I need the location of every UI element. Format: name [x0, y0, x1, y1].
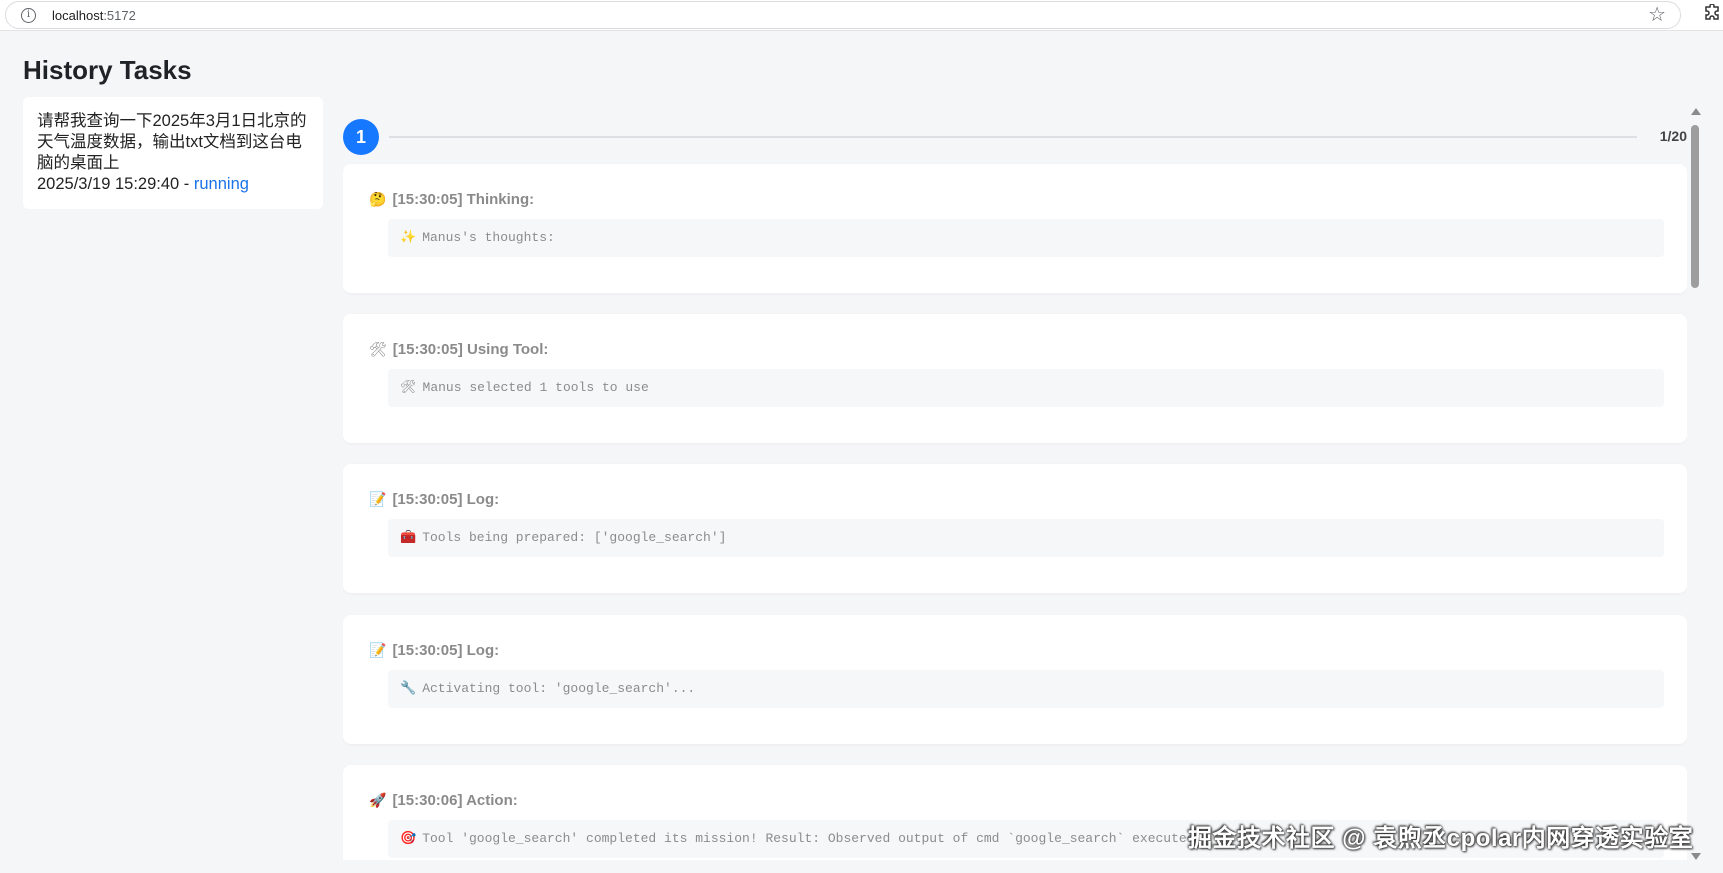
step-progress: 1 1/20: [343, 108, 1687, 164]
log-card: 📝 [15:30:05] Log: 🧰 Tools being prepared: …: [343, 464, 1687, 593]
address-bar[interactable]: i localhost:5172 ☆: [5, 1, 1681, 29]
task-meta: 2025/3/19 15:29:40 - running: [37, 174, 309, 195]
log-header: 🛠 [15:30:05] Using Tool:: [369, 341, 548, 358]
scroll-thumb[interactable]: [1691, 125, 1699, 288]
page-title: History Tasks: [23, 55, 192, 85]
bookmark-star-icon[interactable]: ☆: [1648, 4, 1666, 26]
memo-icon: 📝: [369, 642, 387, 658]
log-text: Manus's thoughts:: [422, 230, 555, 245]
memo-icon: 📝: [369, 491, 387, 507]
task-prompt: 请帮我查询一下2025年3月1日北京的天气温度数据，输出txt文档到这台电脑的桌…: [37, 112, 307, 172]
history-task-item[interactable]: 请帮我查询一下2025年3月1日北京的天气温度数据，输出txt文档到这台电脑的桌…: [23, 97, 323, 209]
rocket-icon: 🚀: [369, 792, 387, 808]
wrench-icon: 🔧: [400, 681, 417, 696]
log-card: 🛠 [15:30:05] Using Tool: 🛠 Manus selected …: [343, 314, 1687, 443]
log-text: Tools being prepared: ['google_search']: [422, 530, 727, 545]
thinking-face-icon: 🤔: [369, 191, 387, 207]
log-card: 📝 [15:30:05] Log: 🔧 Activating tool: 'goog…: [343, 615, 1687, 744]
log-header: 🤔 [15:30:05] Thinking:: [369, 191, 534, 208]
log-content: 🔧 Activating tool: 'google_search'...: [388, 670, 1664, 708]
browser-toolbar: i localhost:5172 ☆: [0, 0, 1723, 31]
log-title: [15:30:05] Using Tool:: [392, 341, 549, 358]
log-text: Activating tool: 'google_search'...: [422, 681, 696, 696]
tools-icon: 🛠: [400, 380, 417, 395]
log-text: Tool 'google_search' completed its missi…: [422, 831, 1203, 846]
scroll-down-arrow-icon[interactable]: [1691, 853, 1701, 860]
target-icon: 🎯: [400, 831, 417, 846]
log-content: 🛠 Manus selected 1 tools to use: [388, 369, 1664, 407]
task-detail-panel: 1 1/20 🤔 [15:30:05] Thinking: ✨ Manus's th…: [343, 108, 1687, 860]
url-host: localhost: [52, 8, 104, 23]
step-indicator[interactable]: 1: [343, 119, 379, 155]
scroll-up-arrow-icon[interactable]: [1691, 108, 1701, 115]
url-text[interactable]: localhost:5172: [52, 8, 136, 23]
task-timestamp: 2025/3/19 15:29:40 -: [37, 175, 194, 193]
watermark: 掘金技术社区 @ 袁煦丞cpolar内网穿透实验室: [1188, 825, 1694, 852]
log-title: [15:30:05] Log:: [392, 642, 500, 659]
log-header: 📝 [15:30:05] Log:: [369, 491, 499, 508]
log-text: Manus selected 1 tools to use: [422, 380, 649, 395]
site-info-icon[interactable]: i: [21, 8, 36, 23]
log-header: 🚀 [15:30:06] Action:: [369, 792, 518, 809]
log-header: 📝 [15:30:05] Log:: [369, 642, 499, 659]
toolbox-icon: 🧰: [400, 530, 417, 545]
tools-icon: 🛠: [369, 341, 387, 357]
log-card: 🤔 [15:30:05] Thinking: ✨ Manus's thoughts:: [343, 164, 1687, 293]
task-status: running: [193, 175, 249, 193]
step-progress-line: [389, 136, 1637, 138]
log-title: [15:30:06] Action:: [392, 792, 518, 809]
log-content: 🧰 Tools being prepared: ['google_search']: [388, 519, 1664, 557]
step-counter: 1/20: [1659, 128, 1687, 144]
scrollbar[interactable]: [1690, 108, 1701, 860]
log-title: [15:30:05] Thinking:: [392, 191, 535, 208]
log-title: [15:30:05] Log:: [392, 491, 500, 508]
sparkles-icon: ✨: [400, 230, 417, 245]
log-content: ✨ Manus's thoughts:: [388, 219, 1664, 257]
url-port: :5172: [103, 8, 136, 23]
extensions-puzzle-icon[interactable]: [1703, 4, 1721, 22]
